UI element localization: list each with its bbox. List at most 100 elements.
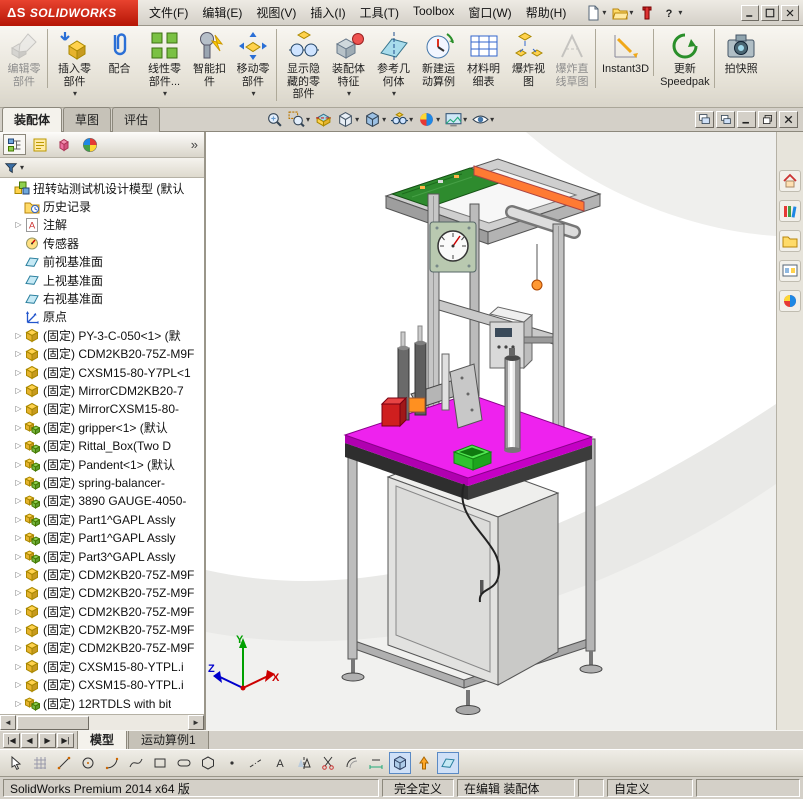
sk-polygon-icon[interactable] [197, 752, 219, 774]
tile-icon[interactable] [695, 111, 714, 128]
tree-item[interactable]: ▷ (固定) CDM2KB20-75Z-M9F [0, 602, 204, 620]
ribbon-button[interactable]: Instant3D [600, 29, 655, 76]
close-icon[interactable] [779, 111, 798, 128]
ribbon-button[interactable]: 爆炸直 线草图 [551, 29, 596, 88]
sk-spline-icon[interactable] [125, 752, 147, 774]
tab-nav-button[interactable]: ▶| [57, 732, 74, 748]
maximize-icon[interactable] [761, 4, 779, 21]
sk-rect-icon[interactable] [149, 752, 171, 774]
ribbon-button[interactable]: 线性零 部件... [142, 29, 187, 101]
expander-icon[interactable]: ▷ [13, 662, 24, 671]
file-explorer-icon[interactable] [779, 230, 801, 252]
panel-tab-button[interactable] [78, 134, 101, 155]
command-tab[interactable]: 装配体 [2, 106, 63, 132]
ribbon-button[interactable]: 配合 [97, 29, 142, 76]
sk-line-icon[interactable] [53, 752, 75, 774]
sk-slot-icon[interactable] [173, 752, 195, 774]
expander-icon[interactable]: ▷ [13, 699, 24, 708]
view-tool-button[interactable] [314, 110, 333, 129]
tree-item[interactable]: 扭转站测试机设计模型 (默认 [0, 179, 204, 197]
sk-dimension-icon[interactable] [365, 752, 387, 774]
tree-item[interactable]: ▷ (固定) 3890 GAUGE-4050- [0, 492, 204, 510]
ribbon-button[interactable]: 插入零 部件 [52, 29, 97, 101]
menu-item[interactable]: 编辑(E) [195, 0, 249, 26]
status-custom[interactable]: 自定义 [607, 779, 693, 797]
model-tab[interactable]: 模型 [77, 730, 128, 750]
sk-centerline-icon[interactable] [245, 752, 267, 774]
sk-arc-icon[interactable] [101, 752, 123, 774]
command-tab[interactable]: 草图 [63, 106, 112, 132]
tree-item[interactable]: ▷ (固定) Rittal_Box(Two D [0, 436, 204, 454]
ribbon-button[interactable]: 材料明 细表 [461, 29, 506, 88]
tree-item[interactable]: ▷ (固定) CXSM15-80-YTPL.i [0, 676, 204, 694]
tree-item[interactable]: ▷ (固定) Part1^GAPL Assly [0, 510, 204, 528]
tree-item[interactable]: ▷ (固定) Part3^GAPL Assly [0, 547, 204, 565]
horizontal-scrollbar[interactable]: ◄ ► [0, 714, 204, 730]
tree-item[interactable]: ▷ (固定) CDM2KB20-75Z-M9F [0, 565, 204, 583]
expander-icon[interactable]: ▷ [13, 331, 24, 340]
expander-icon[interactable]: ▷ [13, 570, 24, 579]
tree-item[interactable]: ▷ (固定) CXSM15-80-Y7PL<1 [0, 363, 204, 381]
view-tool-button[interactable] [363, 110, 387, 129]
ribbon-button[interactable]: 移动零 部件 [232, 29, 277, 101]
menu-item[interactable]: 帮助(H) [519, 0, 574, 26]
expander-icon[interactable]: ▷ [13, 349, 24, 358]
ribbon-button[interactable]: 更新 Speedpak [658, 29, 715, 88]
tree-item[interactable]: ▷ (固定) CXSM15-80-YTPL.i [0, 657, 204, 675]
expander-icon[interactable]: ▷ [13, 625, 24, 634]
sk-mirror-icon[interactable] [293, 752, 315, 774]
view-tool-button[interactable] [471, 110, 495, 129]
tree-item[interactable]: 右视基准面 [0, 289, 204, 307]
expander-icon[interactable]: ▷ [13, 404, 24, 413]
quick-access-button[interactable]: ? [659, 3, 684, 23]
sk-trim-icon[interactable] [317, 752, 339, 774]
tree-item[interactable]: ▷ (固定) 12RTDLS with bit [0, 694, 204, 712]
minimize-icon[interactable] [737, 111, 756, 128]
filter-bar[interactable]: ▾ [0, 158, 204, 178]
expander-icon[interactable]: ▷ [13, 588, 24, 597]
sk-text-icon[interactable]: A [269, 752, 291, 774]
tree-item[interactable]: ▷ (固定) spring-balancer- [0, 473, 204, 491]
expander-icon[interactable]: ▷ [13, 368, 24, 377]
expander-icon[interactable]: ▷ [13, 607, 24, 616]
expander-icon[interactable]: ▷ [13, 643, 24, 652]
menu-item[interactable]: 窗口(W) [461, 0, 518, 26]
sk-grid-icon[interactable] [29, 752, 51, 774]
tree-item[interactable]: 原点 [0, 308, 204, 326]
ribbon-button[interactable]: 拍快照 [719, 29, 764, 76]
tree-item[interactable]: ▷ (固定) CDM2KB20-75Z-M9F [0, 620, 204, 638]
expander-icon[interactable]: ▷ [13, 441, 24, 450]
chevron-right-icon[interactable]: » [191, 137, 201, 152]
expander-icon[interactable]: ▷ [13, 552, 24, 561]
menu-item[interactable]: 文件(F) [142, 0, 195, 26]
expander-icon[interactable]: ▷ [13, 680, 24, 689]
ribbon-button[interactable]: 编辑零 部件 [3, 29, 48, 88]
ribbon-button[interactable]: 智能扣 件 [187, 29, 232, 88]
tree-item[interactable]: ▷ (固定) CDM2KB20-75Z-M9F [0, 584, 204, 602]
tree-item[interactable]: ▷ (固定) MirrorCXSM15-80- [0, 400, 204, 418]
quick-access-button[interactable] [637, 3, 657, 23]
design-library-icon[interactable] [779, 200, 801, 222]
sk-arrow-up-icon[interactable] [413, 752, 435, 774]
appearances-icon[interactable] [779, 290, 801, 312]
sk-cube-icon[interactable] [389, 752, 411, 774]
view-tool-button[interactable] [336, 110, 360, 129]
tab-nav-button[interactable]: ▶ [39, 732, 56, 748]
sk-circle-icon[interactable] [77, 752, 99, 774]
scroll-left-icon[interactable]: ◄ [0, 715, 16, 730]
menu-item[interactable]: 工具(T) [353, 0, 406, 26]
tree-item[interactable]: ▷ (固定) Pandent<1> (默认 [0, 455, 204, 473]
cascade-icon[interactable] [716, 111, 735, 128]
quick-access-button[interactable] [610, 3, 635, 23]
ribbon-button[interactable]: 参考几 何体 [371, 29, 416, 101]
tree-item[interactable]: ▷ (固定) CDM2KB20-75Z-M9F [0, 345, 204, 363]
sk-plane-icon[interactable] [437, 752, 459, 774]
panel-tab-button[interactable] [28, 134, 51, 155]
sk-select-icon[interactable] [5, 752, 27, 774]
tree-item[interactable]: ▷ (固定) gripper<1> (默认 [0, 418, 204, 436]
expander-icon[interactable]: ▷ [13, 533, 24, 542]
tree-item[interactable]: 上视基准面 [0, 271, 204, 289]
sk-point-icon[interactable] [221, 752, 243, 774]
tab-nav-button[interactable]: ◀ [21, 732, 38, 748]
tab-nav-button[interactable]: |◀ [3, 732, 20, 748]
